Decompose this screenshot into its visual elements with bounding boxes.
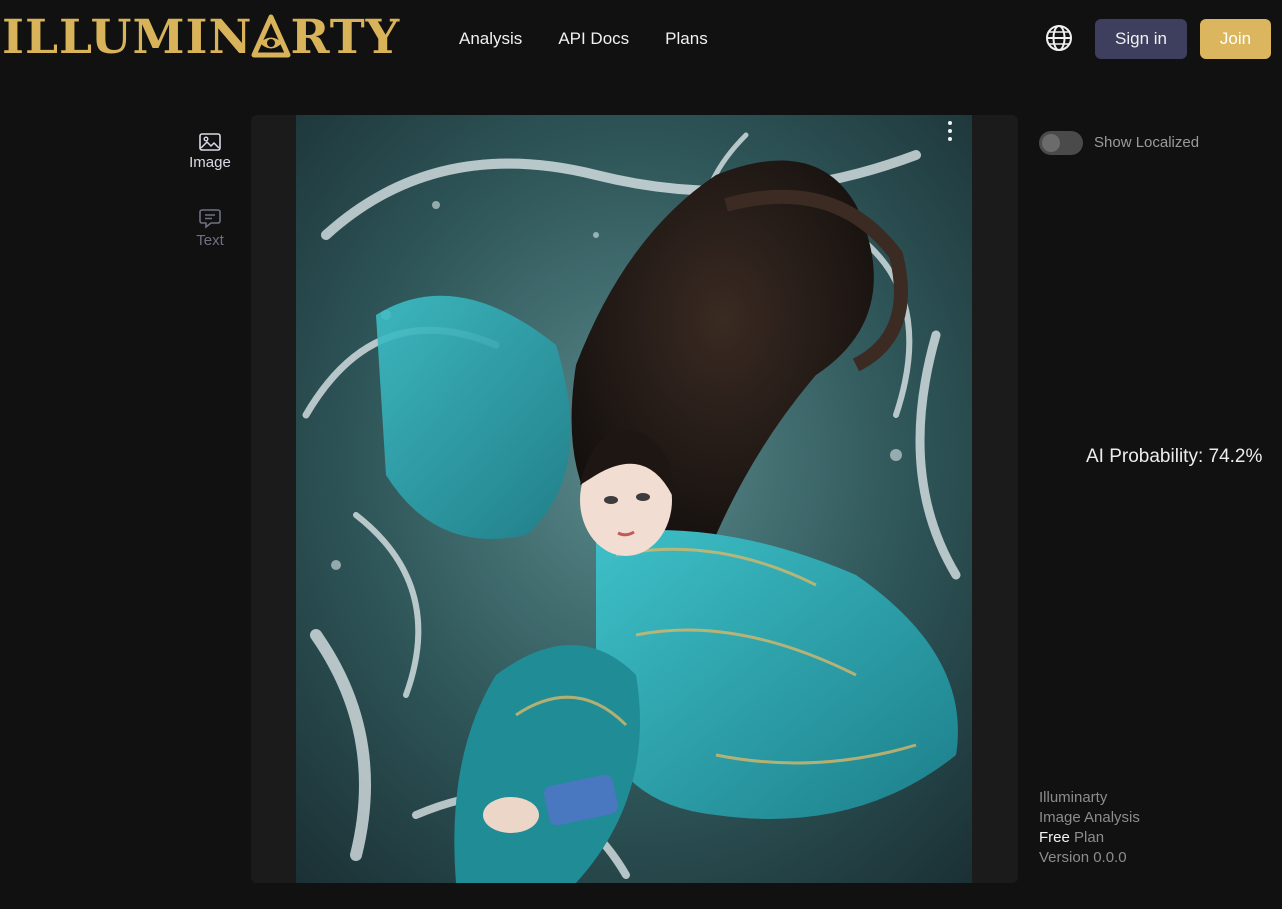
tab-text[interactable]: Text [180,209,240,249]
show-localized-label: Show Localized [1094,134,1200,151]
plan-suffix: Plan [1069,829,1105,846]
plan-name: Free [1039,829,1070,846]
tab-image-label: Image [189,154,231,171]
footer-module: Image Analysis [1039,809,1140,826]
logo-text-start: ILLUMIN [2,10,253,65]
app-info-footer: Illuminarty Image Analysis Free Plan Ver… [1039,788,1140,868]
image-icon [199,133,221,151]
kebab-dot-icon [948,129,952,133]
nav-analysis[interactable]: Analysis [459,28,522,50]
kebab-dot-icon [948,137,952,141]
main-nav: Analysis API Docs Plans [459,28,744,50]
kebab-dot-icon [948,121,952,125]
footer-plan: Free Plan [1039,828,1140,848]
eye-triangle-icon [251,14,291,58]
nav-api-docs[interactable]: API Docs [558,28,629,50]
image-options-menu[interactable] [946,121,954,143]
footer-version: Version 0.0.0 [1039,849,1127,866]
tab-image[interactable]: Image [180,133,240,171]
globe-icon[interactable] [1045,24,1073,52]
footer-app-name: Illuminarty [1039,789,1108,806]
logo-text-end: RTY [290,10,401,65]
show-localized-toggle[interactable] [1039,131,1083,155]
analyzed-image [296,115,972,883]
nav-plans[interactable]: Plans [665,28,708,50]
toggle-thumb [1042,134,1060,152]
join-button[interactable]: Join [1200,19,1271,59]
tab-text-label: Text [196,232,224,249]
chat-bubble-icon [199,209,221,229]
sign-in-button[interactable]: Sign in [1095,19,1187,59]
logo[interactable]: ILLUMIN RTY [2,10,400,66]
ai-probability: AI Probability: 74.2% [1086,446,1263,467]
